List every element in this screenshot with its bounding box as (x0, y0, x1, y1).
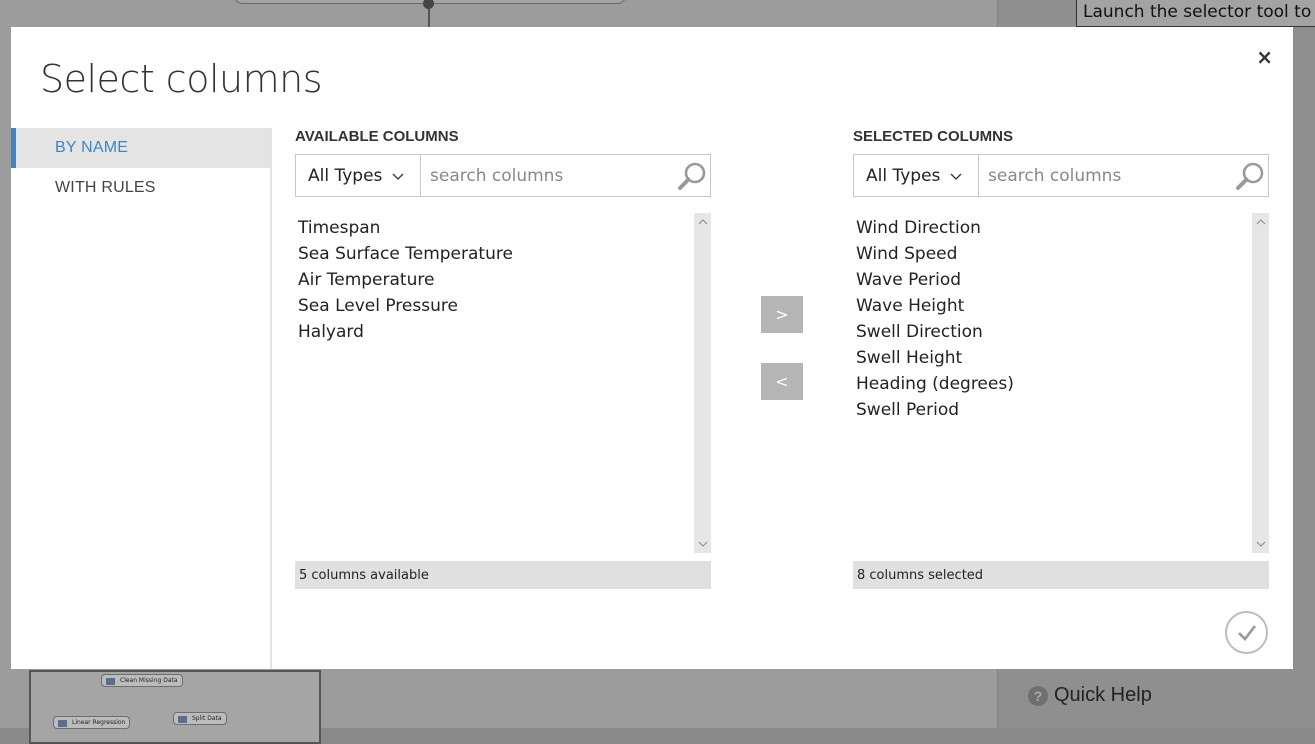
search-icon (678, 162, 706, 190)
list-item[interactable]: Wind Speed (856, 241, 1248, 267)
confirm-button[interactable] (1225, 611, 1268, 654)
scroll-down-button[interactable] (694, 537, 711, 551)
selected-search-box (979, 154, 1269, 197)
chevron-down-icon (392, 173, 404, 180)
select-columns-dialog: Select columns × BY NAME WITH RULES AVAI… (11, 27, 1293, 669)
available-search-box (421, 154, 711, 197)
chevron-down-icon (698, 541, 707, 547)
list-item[interactable]: Swell Direction (856, 319, 1248, 345)
available-filter-row: All Types (295, 154, 711, 197)
selected-columns-heading: SELECTED COLUMNS (853, 128, 1014, 145)
available-columns-list: Timespan Sea Surface Temperature Air Tem… (295, 213, 693, 347)
list-item[interactable]: Swell Height (856, 345, 1248, 371)
selector-hint: Launch the selector tool to m (1076, 0, 1315, 27)
available-columns-panel: AVAILABLE COLUMNS All Types Timespan Sea… (295, 128, 711, 589)
selected-columns-list: Wind Direction Wind Speed Wave Period Wa… (853, 213, 1251, 425)
quick-help: ? Quick Help (1028, 684, 1152, 707)
module-icon (178, 716, 187, 723)
list-item[interactable]: Sea Surface Temperature (298, 241, 690, 267)
remove-column-button[interactable]: < (761, 363, 803, 400)
list-item[interactable]: Swell Period (856, 397, 1248, 423)
help-icon: ? (1028, 685, 1048, 706)
close-button[interactable]: × (1256, 45, 1273, 69)
scroll-up-button[interactable] (1252, 215, 1269, 229)
scrollbar[interactable] (694, 213, 711, 553)
selection-mode-nav: BY NAME WITH RULES (11, 128, 272, 669)
quick-help-label: Quick Help (1054, 684, 1152, 706)
chevron-up-icon (1256, 219, 1265, 225)
minimap-node: Split Data (173, 712, 227, 725)
selected-columns-list-box: Wind Direction Wind Speed Wave Period Wa… (853, 213, 1269, 553)
module-icon (58, 720, 67, 727)
available-columns-heading: AVAILABLE COLUMNS (295, 128, 459, 145)
selected-columns-panel: SELECTED COLUMNS All Types Wind Directio… (853, 128, 1269, 589)
search-button[interactable] (674, 155, 710, 196)
nav-item-by-name[interactable]: BY NAME (11, 128, 270, 168)
scrollbar[interactable] (1252, 213, 1269, 553)
minimap-node-label: Linear Regression (72, 719, 126, 726)
scroll-down-button[interactable] (1252, 537, 1269, 551)
chevron-up-icon (698, 219, 707, 225)
add-column-button[interactable]: > (761, 296, 803, 333)
selected-type-dropdown[interactable]: All Types (853, 154, 979, 197)
available-status: 5 columns available (295, 561, 711, 589)
output-port (423, 0, 434, 9)
nav-item-with-rules[interactable]: WITH RULES (11, 168, 270, 208)
list-item[interactable]: Heading (degrees) (856, 371, 1248, 397)
selected-search-input[interactable] (979, 155, 1230, 196)
scroll-up-button[interactable] (694, 215, 711, 229)
available-type-dropdown[interactable]: All Types (295, 154, 421, 197)
minimap: Clean Missing Data Linear Regression Spl… (29, 670, 321, 744)
list-item[interactable]: Wind Direction (856, 215, 1248, 241)
minimap-node-label: Clean Missing Data (120, 677, 178, 684)
chevron-down-icon (1256, 541, 1265, 547)
list-item[interactable]: Sea Level Pressure (298, 293, 690, 319)
minimap-node: Clean Missing Data (101, 674, 183, 687)
available-search-input[interactable] (421, 155, 672, 196)
list-item[interactable]: Timespan (298, 215, 690, 241)
minimap-node: Linear Regression (53, 716, 131, 729)
selected-status: 8 columns selected (853, 561, 1269, 589)
type-dropdown-label: All Types (308, 165, 383, 186)
search-button[interactable] (1232, 155, 1268, 196)
list-item[interactable]: Air Temperature (298, 267, 690, 293)
list-item[interactable]: Wave Period (856, 267, 1248, 293)
connector-line (428, 8, 430, 28)
checkmark-icon (1237, 624, 1256, 641)
dialog-title: Select columns (40, 57, 323, 101)
list-item[interactable]: Halyard (298, 319, 690, 345)
selected-filter-row: All Types (853, 154, 1269, 197)
type-dropdown-label: All Types (866, 165, 941, 186)
minimap-node-label: Split Data (192, 715, 222, 722)
module-icon (106, 678, 115, 685)
list-item[interactable]: Wave Height (856, 293, 1248, 319)
available-columns-list-box: Timespan Sea Surface Temperature Air Tem… (295, 213, 711, 553)
search-icon (1236, 162, 1264, 190)
chevron-down-icon (950, 173, 962, 180)
